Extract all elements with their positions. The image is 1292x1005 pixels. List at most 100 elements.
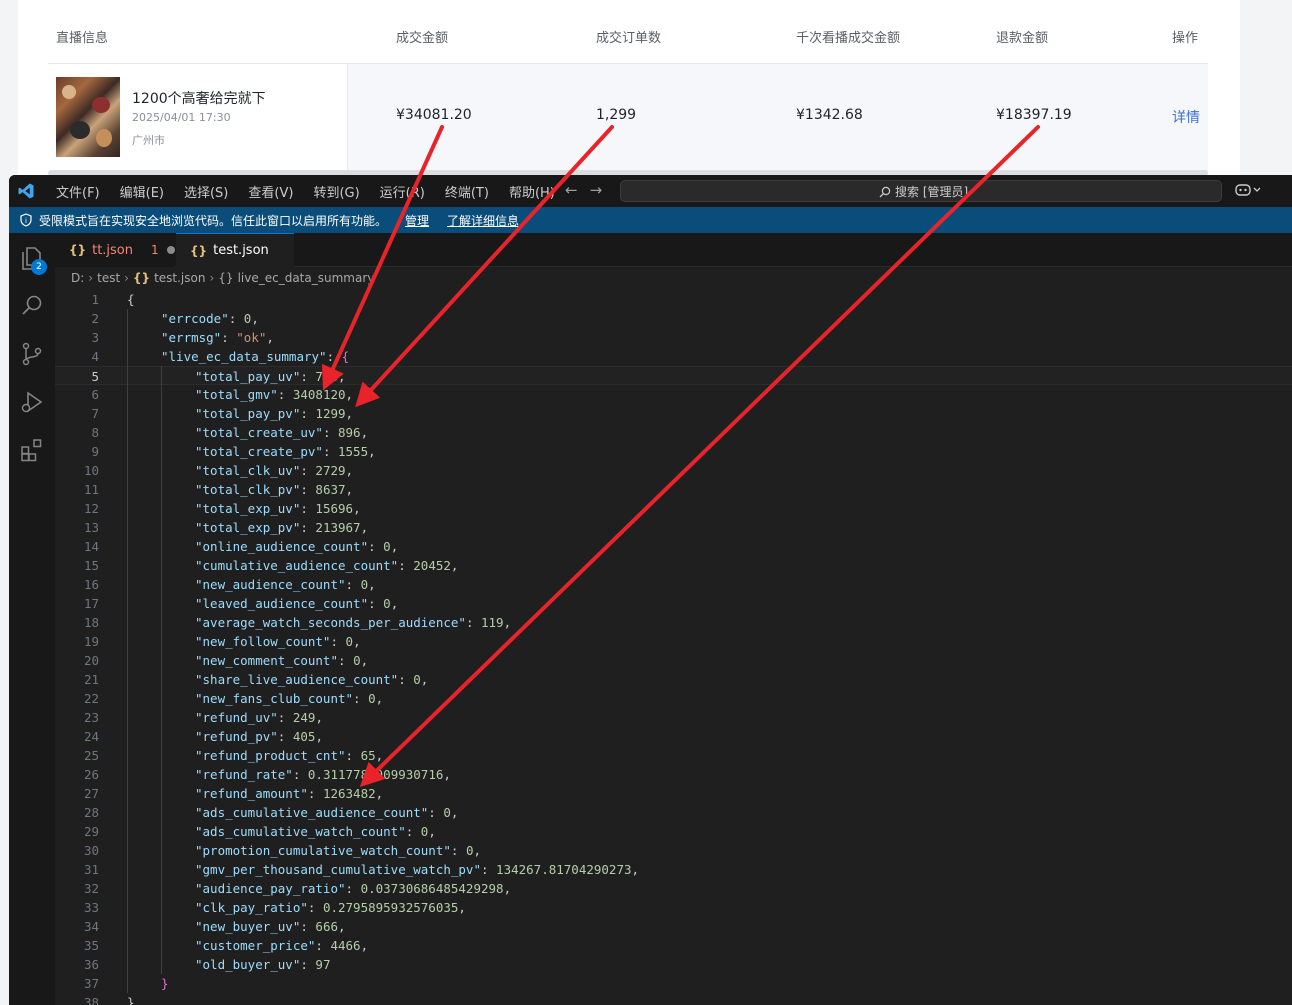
line-number: 26 [83,767,99,782]
code-line[interactable]: 19 "new_follow_count": 0, [55,632,1292,651]
breadcrumb-folder[interactable]: test [97,271,120,285]
banner-learn-more-link[interactable]: 了解详细信息 [447,212,519,229]
code-line[interactable]: 7 "total_pay_pv": 1299, [55,404,1292,423]
code-line[interactable]: 18 "average_watch_seconds_per_audience": … [55,613,1292,632]
code-line[interactable]: 38} [55,993,1292,1005]
code-token: : [345,577,361,592]
code-line[interactable]: 14 "online_audience_count": 0, [55,537,1292,556]
menu-run[interactable]: 运行(R) [373,182,432,201]
code-line[interactable]: 22 "new_fans_club_count": 0, [55,689,1292,708]
source-control-icon[interactable] [19,341,45,367]
menu-help[interactable]: 帮助(H) [502,182,562,201]
code-token: "cumulative_audience_count" [195,558,399,573]
menu-terminal[interactable]: 终端(T) [438,182,496,201]
menu-selection[interactable]: 选择(S) [177,182,235,201]
code-token: , [345,463,354,478]
run-debug-icon[interactable] [19,389,45,415]
code-text: "clk_pay_ratio": 0.2795895932576035, [195,898,466,917]
code-line[interactable]: 28 "ads_cumulative_audience_count": 0, [55,803,1292,822]
code-text: "total_clk_pv": 8637, [195,480,353,499]
code-token: : [277,729,293,744]
code-line[interactable]: 5 "total_pay_uv": 763, [55,366,1292,385]
code-token: 0 [413,672,421,687]
code-line[interactable]: 23 "refund_uv": 249, [55,708,1292,727]
live-thumbnail[interactable] [56,77,120,157]
code-text: "total_create_pv": 1555, [195,442,376,461]
line-number: 16 [83,577,99,592]
code-token: : [345,881,361,896]
detail-link[interactable]: 详情 [1172,107,1200,127]
web-page: 直播信息 成交金额 成交订单数 千次看播成交金额 退款金额 操作 1200个高奢… [18,0,1240,180]
code-line[interactable]: 33 "clk_pay_ratio": 0.2795895932576035, [55,898,1292,917]
code-line[interactable]: 29 "ads_cumulative_watch_count": 0, [55,822,1292,841]
command-center-search[interactable]: 搜索 [管理员] [620,180,1222,202]
code-line[interactable]: 24 "refund_pv": 405, [55,727,1292,746]
code-line[interactable]: 27 "refund_amount": 1263482, [55,784,1292,803]
menu-file[interactable]: 文件(F) [49,182,107,201]
code-line[interactable]: 25 "refund_product_cnt": 65, [55,746,1292,765]
code-line[interactable]: 35 "customer_price": 4466, [55,936,1292,955]
menu-view[interactable]: 查看(V) [241,182,300,201]
line-number: 3 [91,330,99,345]
code-line[interactable]: 32 "audience_pay_ratio": 0.03730686485429… [55,879,1292,898]
live-title[interactable]: 1200个高奢给完就下 [132,88,266,108]
back-arrow-icon[interactable]: ← [565,181,578,199]
code-line[interactable]: 11 "total_clk_pv": 8637, [55,480,1292,499]
code-line[interactable]: 6 "total_gmv": 3408120, [55,385,1292,404]
indent-guide [161,366,162,974]
live-time: 2025/04/01 17:30 [132,111,231,124]
code-token: "ads_cumulative_audience_count" [195,805,429,820]
breadcrumb-symbol[interactable]: live_ec_data_summary [238,271,375,285]
code-line[interactable]: 13 "total_exp_pv": 213967, [55,518,1292,537]
code-line[interactable]: 37} [55,974,1292,993]
search-icon[interactable] [19,293,45,319]
tab-tt-json[interactable]: {} tt.json 1 [55,233,175,267]
code-line[interactable]: 10 "total_clk_uv": 2729, [55,461,1292,480]
code-line[interactable]: 21 "share_live_audience_count": 0, [55,670,1292,689]
code-token: 0 [368,691,376,706]
code-line[interactable]: 8 "total_create_uv": 896, [55,423,1292,442]
modified-dot-icon[interactable] [166,246,175,254]
code-editor[interactable]: 1{2 "errcode": 0, 3 "errmsg": "ok", 4 "live_e… [55,290,1292,1005]
breadcrumb-file[interactable]: test.json [154,271,205,285]
breadcrumb-drive[interactable]: D: [71,271,84,285]
code-token: : [368,596,384,611]
code-token: "leaved_audience_count" [195,596,369,611]
code-line[interactable]: 16 "new_audience_count": 0, [55,575,1292,594]
extensions-icon[interactable] [19,437,45,463]
code-token: : [480,862,497,877]
code-token: : [345,748,361,763]
code-token: "total_exp_uv" [195,501,301,516]
tab-test-json[interactable]: {} test.json [176,233,294,267]
menu-go[interactable]: 转到(G) [306,182,366,201]
code-line[interactable]: 31 "gmv_per_thousand_cumulative_watch_pv"… [55,860,1292,879]
code-line[interactable]: 36 "old_buyer_uv": 97 [55,955,1292,974]
header-refund: 退款金额 [996,31,1049,46]
menu-bar: 文件(F) 编辑(E) 选择(S) 查看(V) 转到(G) 运行(R) 终端(T… [49,175,568,207]
code-line[interactable]: 20 "new_comment_count": 0, [55,651,1292,670]
code-line[interactable]: 26 "refund_rate": 0.3117782909930716, [55,765,1292,784]
code-line[interactable]: 17 "leaved_audience_count": 0, [55,594,1292,613]
code-text: "total_pay_uv": 763, [195,367,346,386]
code-text: "new_buyer_uv": 666, [195,917,346,936]
code-line[interactable]: 30 "promotion_cumulative_watch_count": 0, [55,841,1292,860]
code-token: "total_clk_uv" [195,463,301,478]
forward-arrow-icon[interactable]: → [590,181,603,199]
gmv-per-thousand-value: ¥1342.68 [796,107,863,123]
banner-manage-link[interactable]: 管理 [405,212,429,229]
code-line[interactable]: 15 "cumulative_audience_count": 20452, [55,556,1292,575]
copilot-icon[interactable] [1235,182,1261,202]
code-token: : [326,349,342,364]
code-line[interactable]: 3 "errmsg": "ok", [55,328,1292,347]
line-number: 21 [83,672,99,687]
menu-edit[interactable]: 编辑(E) [113,182,171,201]
line-number: 10 [83,463,99,478]
code-line[interactable]: 2 "errcode": 0, [55,309,1292,328]
code-line[interactable]: 12 "total_exp_uv": 15696, [55,499,1292,518]
code-line[interactable]: 34 "new_buyer_uv": 666, [55,917,1292,936]
code-token: "customer_price" [195,938,316,953]
code-line[interactable]: 1{ [55,290,1292,309]
code-token: : [292,767,308,782]
code-line[interactable]: 4 "live_ec_data_summary": { [55,347,1292,366]
code-line[interactable]: 9 "total_create_pv": 1555, [55,442,1292,461]
